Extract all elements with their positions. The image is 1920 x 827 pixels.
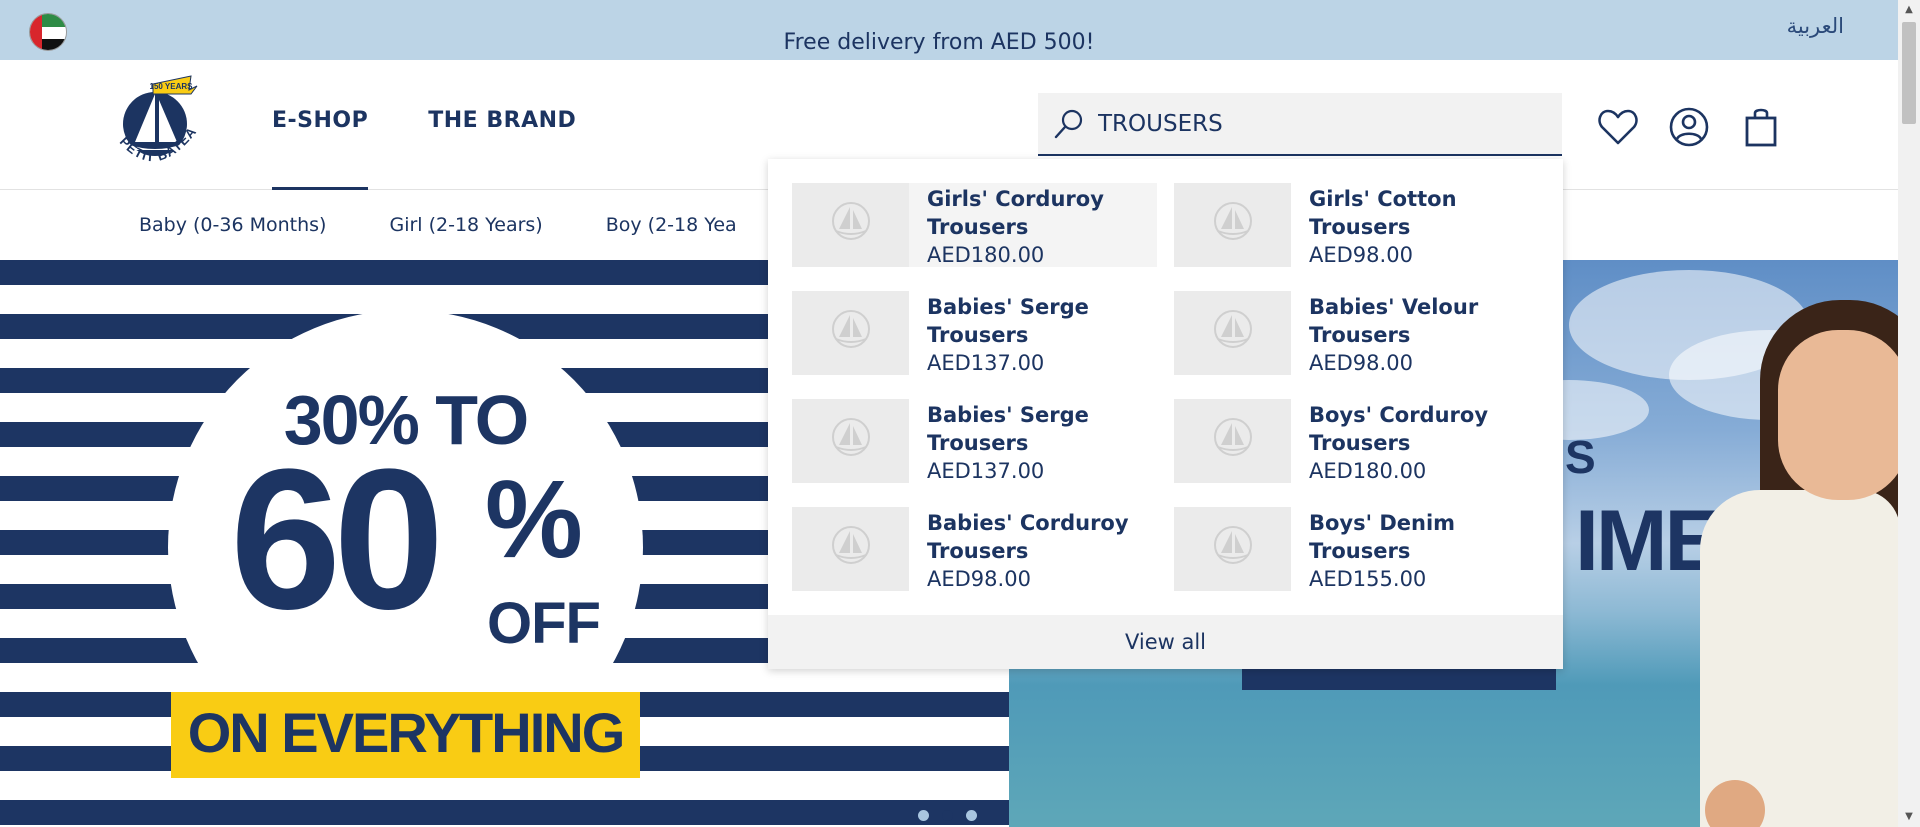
search-result-item[interactable]: Girls' Corduroy Trousers AED180.00 xyxy=(792,183,1157,267)
placeholder-boat-icon xyxy=(832,526,870,564)
placeholder-boat-icon xyxy=(1214,418,1252,456)
model-face xyxy=(1778,330,1898,500)
placeholder-boat-icon xyxy=(832,202,870,240)
nav-eshop[interactable]: E-SHOP xyxy=(272,108,369,190)
product-name[interactable]: Babies' Serge Trousers xyxy=(927,293,1157,349)
petit-bateau-logo[interactable]: 150 YEARS PETIT BATEAU xyxy=(113,72,213,182)
promo-text: Free delivery from AED 500! xyxy=(783,30,1095,55)
language-switch-link[interactable]: العربية xyxy=(1787,14,1844,38)
carousel-dot[interactable] xyxy=(966,810,977,821)
product-name[interactable]: Babies' Corduroy Trousers xyxy=(927,509,1157,565)
product-thumbnail[interactable] xyxy=(792,507,909,591)
account-icon[interactable] xyxy=(1667,105,1711,149)
search-result-item[interactable]: Girls' Cotton Trousers AED98.00 xyxy=(1174,183,1539,267)
product-thumbnail[interactable] xyxy=(792,183,909,267)
search-result-item[interactable]: Babies' Serge Trousers AED137.00 xyxy=(792,399,1157,483)
product-thumbnail[interactable] xyxy=(1174,291,1291,375)
search-result-item[interactable]: Boys' Corduroy Trousers AED180.00 xyxy=(1174,399,1539,483)
product-thumbnail[interactable] xyxy=(1174,507,1291,591)
product-name[interactable]: Babies' Velour Trousers xyxy=(1309,293,1539,349)
page-scrollbar[interactable]: ▲ ▼ xyxy=(1898,0,1920,827)
product-price: AED98.00 xyxy=(1309,351,1413,375)
sale-percent: % xyxy=(485,458,583,581)
category-baby[interactable]: Baby (0-36 Months) xyxy=(139,214,326,236)
placeholder-boat-icon xyxy=(832,418,870,456)
placeholder-boat-icon xyxy=(1214,202,1252,240)
heart-icon[interactable] xyxy=(1596,105,1640,149)
product-price: AED180.00 xyxy=(1309,459,1427,483)
main-nav: E-SHOP THE BRAND xyxy=(272,108,576,190)
logo-badge-text: 150 YEARS xyxy=(150,82,194,91)
search-result-item[interactable]: Babies' Corduroy Trousers AED98.00 xyxy=(792,507,1157,591)
category-nav: Baby (0-36 Months) Girl (2-18 Years) Boy… xyxy=(139,214,737,236)
carousel-dots xyxy=(918,810,977,821)
promo-banner: Free delivery from AED 500! العربية xyxy=(0,0,1898,60)
product-price: AED98.00 xyxy=(927,567,1031,591)
scroll-up-arrow-icon[interactable]: ▲ xyxy=(1898,0,1920,20)
scroll-thumb[interactable] xyxy=(1902,22,1916,124)
product-name[interactable]: Boys' Denim Trousers xyxy=(1309,509,1539,565)
carousel-dot[interactable] xyxy=(918,810,929,821)
search-result-item[interactable]: Boys' Denim Trousers AED155.00 xyxy=(1174,507,1539,591)
search-result-item[interactable]: Babies' Serge Trousers AED137.00 xyxy=(792,291,1157,375)
nav-the-brand[interactable]: THE BRAND xyxy=(428,108,576,190)
category-girl[interactable]: Girl (2-18 Years) xyxy=(389,214,542,236)
product-name[interactable]: Girls' Corduroy Trousers xyxy=(927,185,1157,241)
product-price: AED155.00 xyxy=(1309,567,1427,591)
product-thumbnail[interactable] xyxy=(792,399,909,483)
product-name[interactable]: Babies' Serge Trousers xyxy=(927,401,1157,457)
sale-off: OFF xyxy=(487,591,601,656)
placeholder-boat-icon xyxy=(1214,526,1252,564)
product-name[interactable]: Girls' Cotton Trousers xyxy=(1309,185,1539,241)
hero-headline-fragment: S xyxy=(1565,431,1596,483)
product-price: AED180.00 xyxy=(927,243,1045,267)
product-price: AED98.00 xyxy=(1309,243,1413,267)
search-icon[interactable] xyxy=(1052,107,1086,141)
search-suggestions: Girls' Corduroy Trousers AED180.00 Girls' … xyxy=(768,159,1563,669)
view-all-button[interactable]: View all xyxy=(768,615,1563,669)
search-input[interactable] xyxy=(1098,93,1548,154)
product-thumbnail[interactable] xyxy=(1174,399,1291,483)
carousel-dot-active[interactable] xyxy=(942,810,953,821)
sale-big-number: 60 xyxy=(230,428,444,651)
shopping-bag-icon[interactable] xyxy=(1739,105,1783,149)
product-name[interactable]: Boys' Corduroy Trousers xyxy=(1309,401,1539,457)
model-dress xyxy=(1700,490,1898,827)
search-result-item[interactable]: Babies' Velour Trousers AED98.00 xyxy=(1174,291,1539,375)
sale-everything: ON EVERYTHING xyxy=(187,701,626,764)
placeholder-boat-icon xyxy=(1214,310,1252,348)
search-results-grid: Girls' Corduroy Trousers AED180.00 Girls' … xyxy=(792,183,1539,591)
product-thumbnail[interactable] xyxy=(1174,183,1291,267)
placeholder-boat-icon xyxy=(832,310,870,348)
product-thumbnail[interactable] xyxy=(792,291,909,375)
category-boy[interactable]: Boy (2-18 Yea xyxy=(606,214,737,236)
product-price: AED137.00 xyxy=(927,459,1045,483)
search-box[interactable] xyxy=(1038,93,1562,156)
product-price: AED137.00 xyxy=(927,351,1045,375)
scroll-down-arrow-icon[interactable]: ▼ xyxy=(1898,807,1920,827)
